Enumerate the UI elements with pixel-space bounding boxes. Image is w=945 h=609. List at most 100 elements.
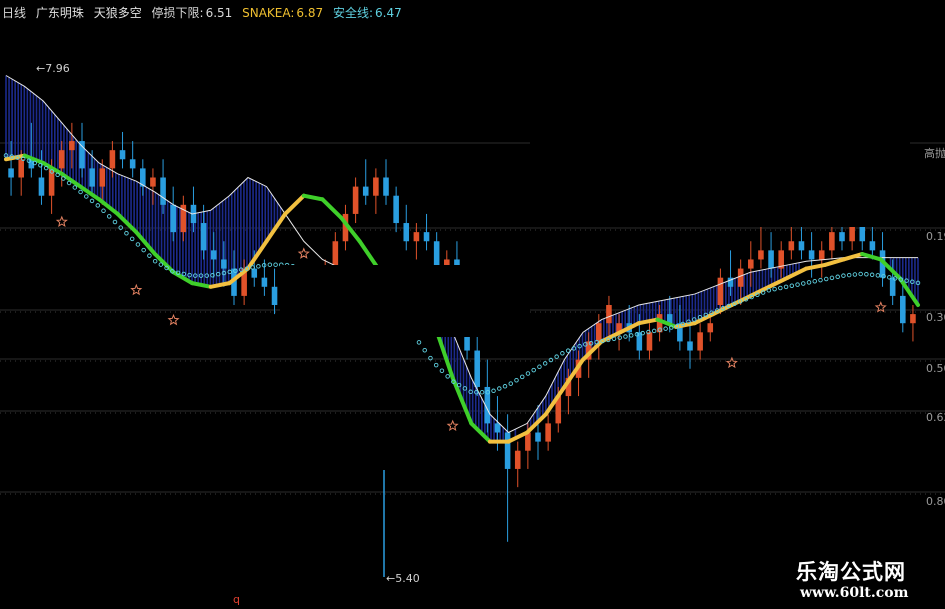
snake-segment xyxy=(320,197,344,220)
bottom-mark: q xyxy=(233,593,240,606)
candle-body xyxy=(869,241,876,251)
right-axis: 高抛 0.19 0.30 0.50 0.62 0.80 xyxy=(924,146,945,508)
safe-line-dot xyxy=(422,347,427,353)
safe-line-dot xyxy=(537,364,542,370)
right-axis-tick: 0.80 xyxy=(926,495,945,508)
safe-line-dot xyxy=(525,371,531,376)
snake-segment xyxy=(841,252,865,262)
candle-body xyxy=(474,350,480,387)
low-price-label: ←5.40 xyxy=(386,572,420,585)
candle-body xyxy=(271,286,278,305)
safe-line-dot xyxy=(519,374,525,380)
stop-loss-label: 停损下限: xyxy=(151,6,204,20)
candle-body xyxy=(748,259,754,269)
safe-line-dot xyxy=(887,275,892,280)
safe-line-dot xyxy=(514,378,519,383)
safe-line-dot xyxy=(806,280,812,285)
safe-line-dot xyxy=(129,236,135,242)
right-axis-tick: 0.30 xyxy=(926,311,945,324)
safe-line-dot xyxy=(858,271,863,277)
candle-body xyxy=(504,432,511,469)
candle-body xyxy=(900,295,906,324)
candle-body xyxy=(200,223,207,251)
safe-line-dot xyxy=(158,262,164,267)
safe-line-dot xyxy=(542,361,548,366)
safe-line-dot xyxy=(823,276,829,282)
candle-body xyxy=(69,141,75,151)
candle-body xyxy=(798,241,805,251)
safe-line-dot xyxy=(795,282,800,287)
safe-line-dot xyxy=(89,198,95,204)
period-label[interactable]: 日线 xyxy=(2,6,26,20)
star-marker xyxy=(55,215,68,227)
safe-line-dot xyxy=(812,279,818,284)
candle-body xyxy=(383,177,389,196)
star-marker xyxy=(297,247,310,259)
safe-line-dot xyxy=(445,374,450,379)
candle-body xyxy=(362,186,369,196)
candle-body xyxy=(160,177,166,205)
safe-line-dot xyxy=(875,273,881,278)
safe-line-dot xyxy=(147,253,152,258)
stock-name: 广东明珠 xyxy=(35,6,84,20)
safe-line-dot xyxy=(101,208,106,214)
indicator-name: 天狼多空 xyxy=(93,6,142,20)
candle-body xyxy=(413,232,420,242)
snake-segment xyxy=(860,252,883,262)
safe-line-value: 6.47 xyxy=(375,6,402,20)
safe-line-dot xyxy=(783,284,789,290)
safe-line-dot xyxy=(841,273,846,278)
candle-body xyxy=(261,277,268,287)
safe-line-dot xyxy=(617,335,622,340)
candle-body xyxy=(839,232,845,242)
safe-line-dot xyxy=(628,333,634,338)
safe-line-dot xyxy=(497,386,502,391)
safe-line-dot xyxy=(78,189,83,195)
safe-line-dot xyxy=(439,368,445,373)
candle-body xyxy=(18,159,24,178)
candle-body xyxy=(788,241,795,251)
star-marker xyxy=(446,419,459,431)
safe-line-dot xyxy=(84,194,89,199)
safe-line-dot xyxy=(554,354,559,359)
candle-body xyxy=(535,432,541,442)
safe-line-dot xyxy=(416,340,422,345)
right-axis-tick: 0.19 xyxy=(926,230,945,243)
stop-loss-value: 6.51 xyxy=(205,6,233,20)
candle-body xyxy=(221,259,227,269)
snake-value: 6.87 xyxy=(296,6,324,20)
candle-body xyxy=(79,141,85,169)
snake-segment xyxy=(450,375,474,426)
candle-body xyxy=(99,168,106,187)
safe-line-dot xyxy=(772,286,777,292)
mask-top xyxy=(0,20,945,38)
safe-line-dot xyxy=(829,275,835,281)
chart-header: 日线 广东明珠 天狼多空 停损下限: 6.51 SNAKEA: 6.87 安全线: 6… xyxy=(2,4,408,21)
watermark-url: www.60lt.com xyxy=(800,585,909,601)
snake-segment xyxy=(283,193,306,216)
snake-label: SNAKEA: xyxy=(242,6,295,20)
candle-body xyxy=(829,232,835,251)
candle-body xyxy=(808,250,815,260)
candle-body xyxy=(636,332,643,351)
candle-body xyxy=(646,332,653,351)
snake-segment xyxy=(301,193,325,202)
safe-line-dot xyxy=(818,277,823,283)
safe-line-dot xyxy=(864,271,869,277)
safe-line-dot xyxy=(846,272,852,278)
candle-body xyxy=(89,168,95,187)
watermark-title: 乐淘公式网 xyxy=(796,560,906,584)
candle-body xyxy=(393,195,399,224)
safe-line-dot xyxy=(72,185,78,190)
right-axis-title: 高抛 xyxy=(924,146,945,160)
safe-line-dot xyxy=(778,285,783,291)
safe-line-label: 安全线: xyxy=(332,6,374,20)
candle-body xyxy=(109,150,116,169)
candle-body xyxy=(373,177,379,196)
candle-body xyxy=(768,250,774,269)
star-marker xyxy=(130,283,143,296)
safe-line-dot xyxy=(491,388,496,394)
candle-body xyxy=(697,332,703,351)
safe-line-dot xyxy=(623,334,628,339)
safe-line-dot xyxy=(502,384,508,389)
